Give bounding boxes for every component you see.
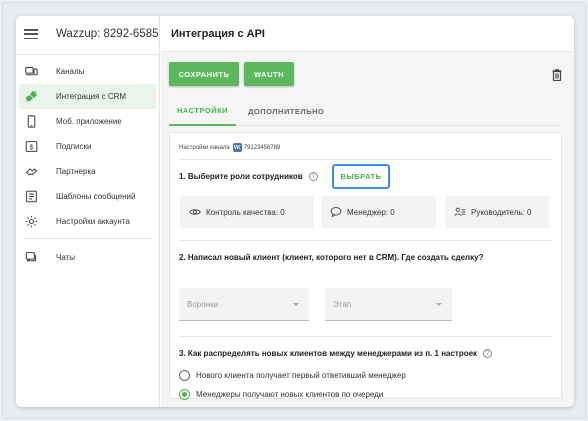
role-label: Руководитель: 0 — [471, 207, 532, 217]
sidebar-item-partners[interactable]: Партнерка — [16, 159, 159, 184]
svg-text:$: $ — [29, 142, 33, 151]
page-title: Интеграция с API — [161, 16, 574, 52]
channel-info: Настройки канала VK 79123456789 — [179, 143, 280, 152]
option-label: Менеджеры получают новых клиентов по оче… — [196, 390, 384, 399]
handshake-icon — [24, 165, 38, 179]
channel-id: 79123456789 — [243, 144, 281, 151]
sidebar-item-label: Подписки — [56, 142, 92, 151]
role-label: Менеджер: 0 — [347, 207, 395, 217]
role-label: Контроль качества: 0 — [206, 207, 285, 217]
sidebar-item-label: Настройки аккаунта — [56, 217, 130, 226]
menu-icon[interactable] — [24, 29, 38, 39]
divider — [179, 159, 552, 160]
option-label: Нового клиента получает первый ответивши… — [196, 371, 406, 380]
divider — [179, 240, 552, 241]
dropdown-arrow-icon — [436, 303, 442, 306]
sidebar-item-chats[interactable]: Чаты — [16, 245, 159, 270]
help-icon[interactable]: ? — [308, 172, 318, 181]
speech-icon — [330, 206, 342, 218]
sidebar-item-label: Шаблоны сообщений — [56, 192, 136, 201]
sidebar-item-label: Партнерка — [56, 167, 96, 176]
toolbar: СОХРАНИТЬ WAUTH — [169, 62, 562, 86]
stage-placeholder: Этап — [333, 299, 352, 309]
tab-bar: НАСТРОЙКИ ДОПОЛНИТЕЛЬНО — [169, 96, 562, 126]
template-icon — [24, 190, 38, 204]
choose-roles-button[interactable]: ВЫБРАТЬ — [332, 164, 390, 189]
gear-icon — [24, 215, 38, 229]
radio-button[interactable] — [179, 370, 190, 381]
sidebar-item-label: Интеграция с CRM — [56, 92, 127, 101]
question-text: 2. Написал новый клиент (клиент, которог… — [179, 253, 484, 262]
eye-icon — [189, 206, 201, 218]
save-button[interactable]: СОХРАНИТЬ — [169, 62, 239, 86]
sidebar-item-mobile[interactable]: Моб. приложение — [16, 109, 159, 134]
tab-additional[interactable]: ДОПОЛНИТЕЛЬНО — [240, 96, 332, 126]
stage-select[interactable]: Этап — [325, 288, 452, 321]
chat-icon — [24, 251, 38, 265]
question-text: 1. Выберите роли сотрудников — [179, 172, 303, 181]
app-window: Wazzup: 8292-6585 Каналы Интеграция с CR… — [16, 16, 574, 407]
vk-icon: VK — [232, 143, 242, 152]
people-icon — [454, 206, 466, 218]
roles-question: 1. Выберите роли сотрудников ? — [179, 172, 318, 181]
tab-settings[interactable]: НАСТРОЙКИ — [169, 96, 237, 126]
sidebar-item-label: Чаты — [56, 253, 76, 262]
main-content: Интеграция с API СОХРАНИТЬ WAUTH НАСТРОЙ… — [161, 16, 574, 407]
option-first-responder[interactable]: Нового клиента получает первый ответивши… — [179, 370, 406, 381]
role-quality-control[interactable]: Контроль качества: 0 — [180, 196, 314, 228]
plug-icon — [24, 90, 38, 104]
option-round-robin[interactable]: Менеджеры получают новых клиентов по оче… — [179, 389, 383, 400]
sidebar-item-account-settings[interactable]: Настройки аккаунта — [16, 209, 159, 234]
app-title: Wazzup: 8292-6585 — [56, 28, 159, 40]
divider — [179, 336, 552, 337]
sidebar: Wazzup: 8292-6585 Каналы Интеграция с CR… — [16, 16, 160, 407]
funnel-placeholder: Воронка — [187, 299, 219, 309]
sidebar-item-channels[interactable]: Каналы — [16, 59, 159, 84]
question-text: 3. Как распределять новых клиентов между… — [179, 349, 478, 358]
sidebar-header: Wazzup: 8292-6585 — [16, 16, 159, 52]
trash-icon[interactable] — [552, 68, 562, 82]
radio-button-selected[interactable] — [179, 389, 190, 400]
divider — [16, 54, 159, 55]
screen-frame: Wazzup: 8292-6585 Каналы Интеграция с CR… — [2, 2, 586, 419]
distribution-question: 3. Как распределять новых клиентов между… — [179, 349, 493, 358]
deal-question: 2. Написал новый клиент (клиент, которог… — [179, 253, 483, 262]
channels-icon — [24, 65, 38, 79]
sidebar-item-label: Моб. приложение — [56, 117, 122, 126]
funnel-select[interactable]: Воронка — [179, 288, 309, 321]
sidebar-item-crm[interactable]: Интеграция с CRM — [19, 84, 156, 109]
sidebar-item-templates[interactable]: Шаблоны сообщений — [16, 184, 159, 209]
mobile-icon — [24, 115, 38, 129]
channel-settings-label: Настройки канала — [179, 144, 230, 151]
wauth-button[interactable]: WAUTH — [244, 62, 294, 86]
dropdown-arrow-icon — [293, 303, 299, 306]
divider — [24, 238, 151, 239]
settings-panel: Настройки канала VK 79123456789 1. Выбер… — [169, 132, 562, 400]
help-icon[interactable]: ? — [483, 349, 493, 358]
sidebar-item-label: Каналы — [56, 67, 85, 76]
role-manager[interactable]: Менеджер: 0 — [321, 196, 436, 228]
dollar-icon: $ — [24, 140, 38, 154]
sidebar-item-subscriptions[interactable]: $ Подписки — [16, 134, 159, 159]
role-director[interactable]: Руководитель: 0 — [445, 196, 549, 228]
